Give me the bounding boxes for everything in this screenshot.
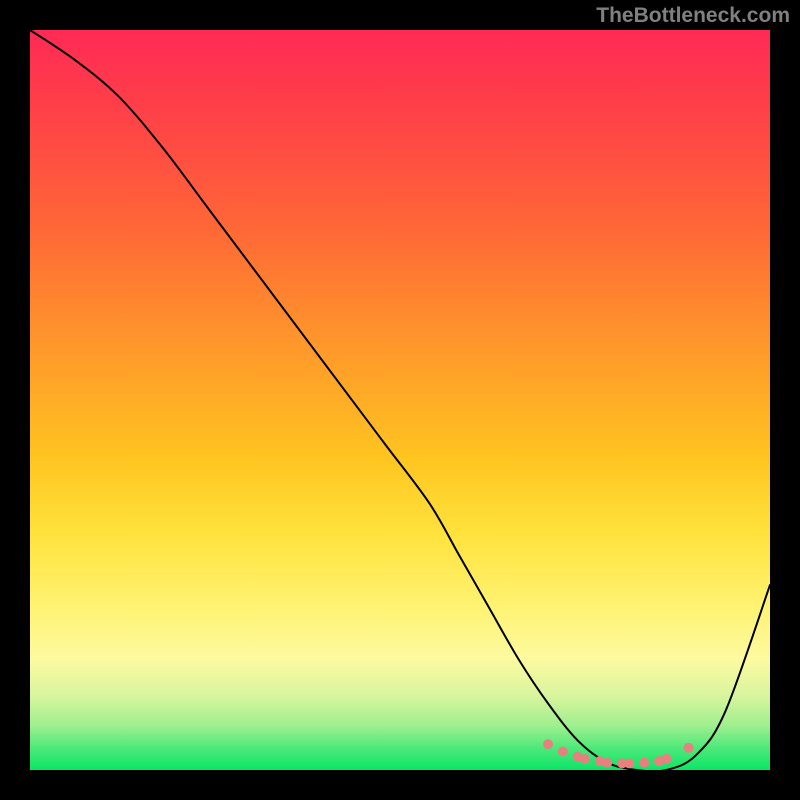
- chart-gradient-background: [30, 30, 770, 770]
- watermark-text: TheBottleneck.com: [596, 4, 790, 28]
